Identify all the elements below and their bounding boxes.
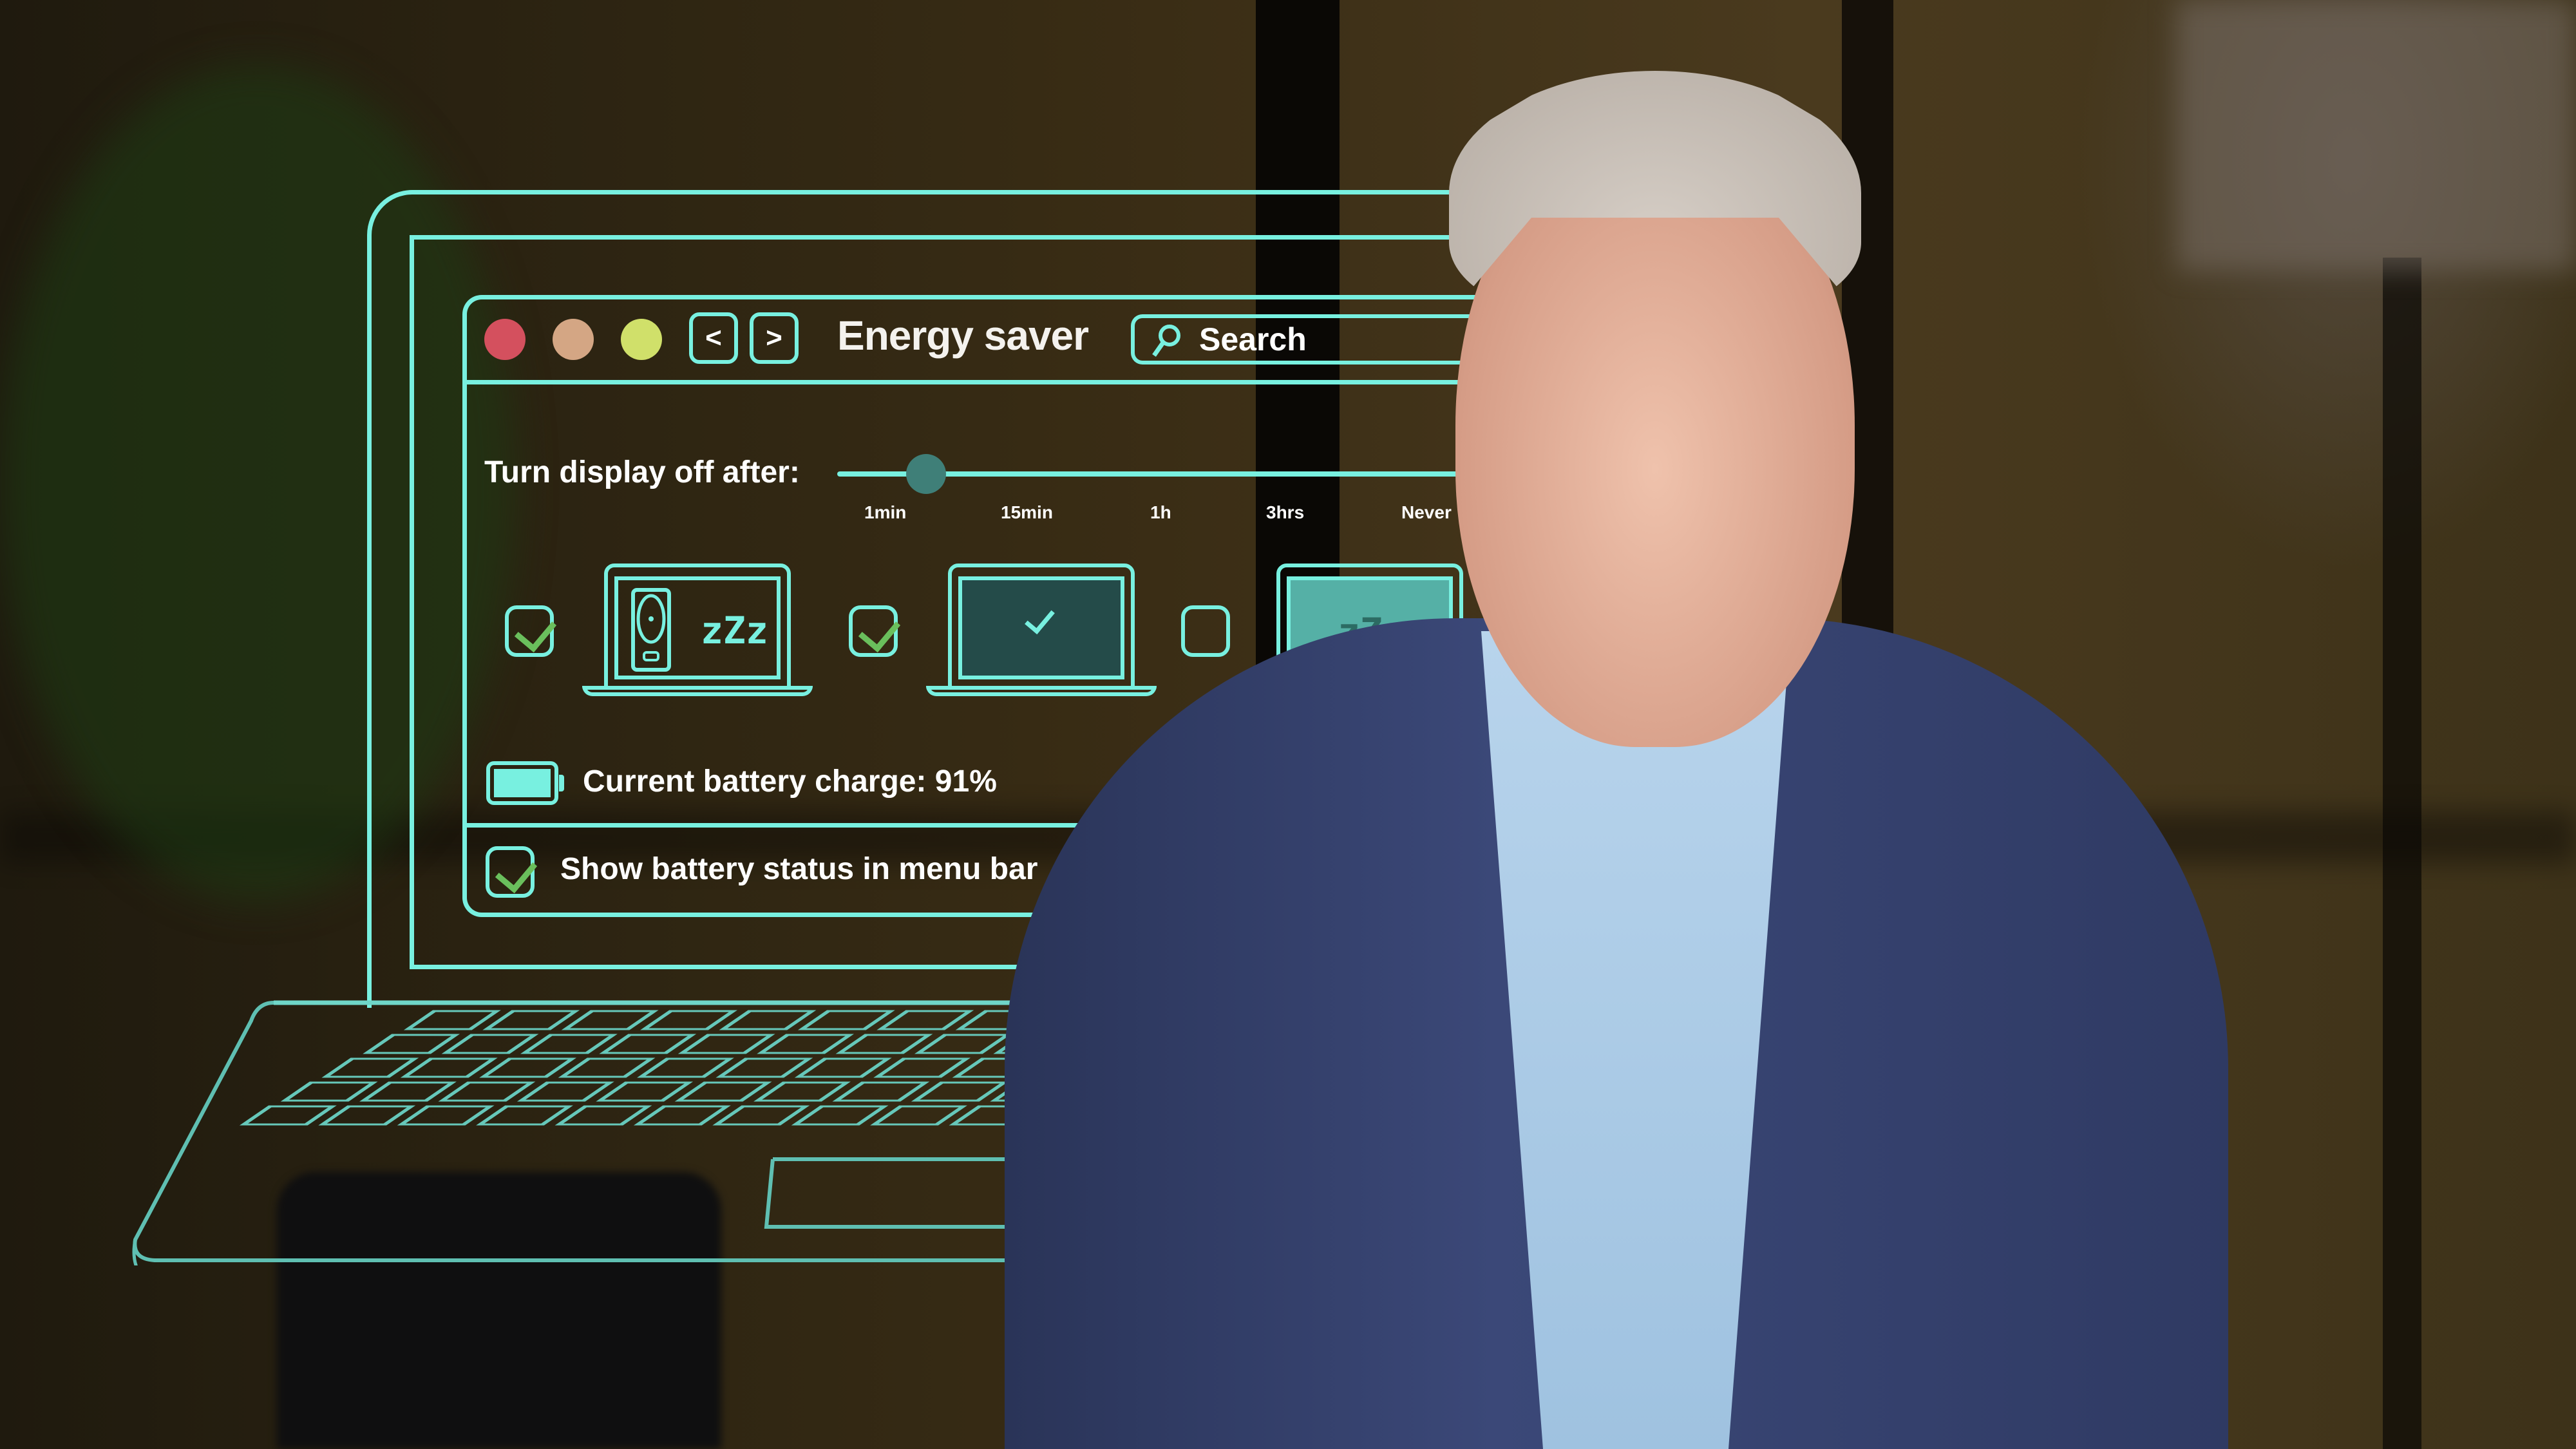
- mini-laptop-base: [926, 686, 1157, 696]
- keyboard-key: [476, 1105, 573, 1126]
- keyboard-key: [363, 1034, 460, 1054]
- keyboard-key: [870, 1105, 967, 1126]
- keyboard-key: [674, 1081, 772, 1102]
- mini-laptop-base: [582, 686, 813, 696]
- display-off-label: Turn display off after:: [484, 455, 800, 489]
- keyboard-key: [794, 1057, 892, 1078]
- keyboard-key: [677, 1034, 775, 1054]
- keyboard-key: [719, 1010, 817, 1030]
- battery-icon: [486, 761, 558, 805]
- keyboard-key: [561, 1010, 659, 1030]
- battery-charge-label: Current battery charge: 91%: [583, 764, 997, 799]
- keyboard-key: [637, 1057, 734, 1078]
- checkmark-icon: [495, 849, 538, 894]
- keyboard-key: [911, 1081, 1009, 1102]
- back-button[interactable]: <: [689, 312, 738, 364]
- display-on-checkbox[interactable]: [849, 605, 901, 657]
- battery-terminal: [559, 775, 564, 791]
- keyboard-key: [876, 1010, 974, 1030]
- keyboard-key: [321, 1057, 419, 1078]
- keyboard-key: [757, 1034, 855, 1054]
- slider-tick: 3hrs: [1266, 502, 1305, 522]
- magnifier-icon: [1152, 325, 1180, 357]
- chevron-right-icon: >: [766, 322, 782, 354]
- keyboard-key: [516, 1081, 614, 1102]
- sleep-zzz-icon: zZz: [701, 609, 768, 652]
- keyboard-key: [239, 1105, 337, 1126]
- section-divider: [462, 823, 1158, 828]
- keyboard-key: [715, 1057, 813, 1078]
- keyboard-key: [479, 1057, 577, 1078]
- hard-disk-icon: [631, 588, 671, 672]
- keyboard-key: [873, 1057, 971, 1078]
- titlebar-divider: [462, 380, 1557, 384]
- keyboard-key: [280, 1081, 378, 1102]
- slider-tick: 1min: [864, 502, 907, 522]
- keyboard-key: [558, 1057, 656, 1078]
- forward-button[interactable]: >: [750, 312, 799, 364]
- keyboard-key: [596, 1081, 694, 1102]
- keyboard-key: [482, 1010, 580, 1030]
- keyboard-key: [397, 1105, 495, 1126]
- hard-disk-sleep-option: zZz: [582, 564, 813, 696]
- keyboard-key: [712, 1105, 810, 1126]
- keyboard-key: [633, 1105, 731, 1126]
- search-placeholder: Search: [1199, 321, 1307, 357]
- keyboard-key: [359, 1081, 457, 1102]
- slider-tick: 1h: [1150, 502, 1171, 522]
- close-button[interactable]: [484, 319, 526, 360]
- keyboard-key: [753, 1081, 851, 1102]
- display-on-option: [926, 564, 1157, 696]
- keyboard-key: [438, 1081, 536, 1102]
- hard-disk-sleep-checkbox[interactable]: [505, 605, 557, 657]
- keyboard-key: [554, 1105, 652, 1126]
- keyboard-key: [441, 1034, 539, 1054]
- display-sleep-checkbox[interactable]: [1181, 605, 1230, 657]
- keyboard-key: [835, 1034, 933, 1054]
- display-off-slider-thumb[interactable]: [906, 454, 946, 494]
- window-title: Energy saver: [837, 312, 1089, 359]
- checkmark-icon: [858, 609, 901, 653]
- minimize-button[interactable]: [553, 319, 594, 360]
- keyboard-key: [832, 1081, 930, 1102]
- keyboard-key: [914, 1034, 1012, 1054]
- keyboard-key: [791, 1105, 889, 1126]
- chevron-left-icon: <: [705, 322, 722, 354]
- show-battery-status-label: Show battery status in menu bar: [560, 852, 1038, 886]
- keyboard-key: [318, 1105, 416, 1126]
- keyboard-key: [520, 1034, 618, 1054]
- lamp-shade: [2177, 0, 2576, 270]
- keyboard-key: [640, 1010, 737, 1030]
- slider-tick: Never: [1401, 502, 1452, 522]
- slider-tick: 15min: [1001, 502, 1053, 522]
- checkmark-icon: [514, 609, 557, 653]
- keyboard-key: [400, 1057, 498, 1078]
- battery-fill: [494, 769, 551, 797]
- zoom-button[interactable]: [621, 319, 662, 360]
- show-battery-status-checkbox[interactable]: [486, 846, 538, 898]
- keyboard-key: [403, 1010, 501, 1030]
- keyboard-key: [797, 1010, 895, 1030]
- keyboard-key: [599, 1034, 697, 1054]
